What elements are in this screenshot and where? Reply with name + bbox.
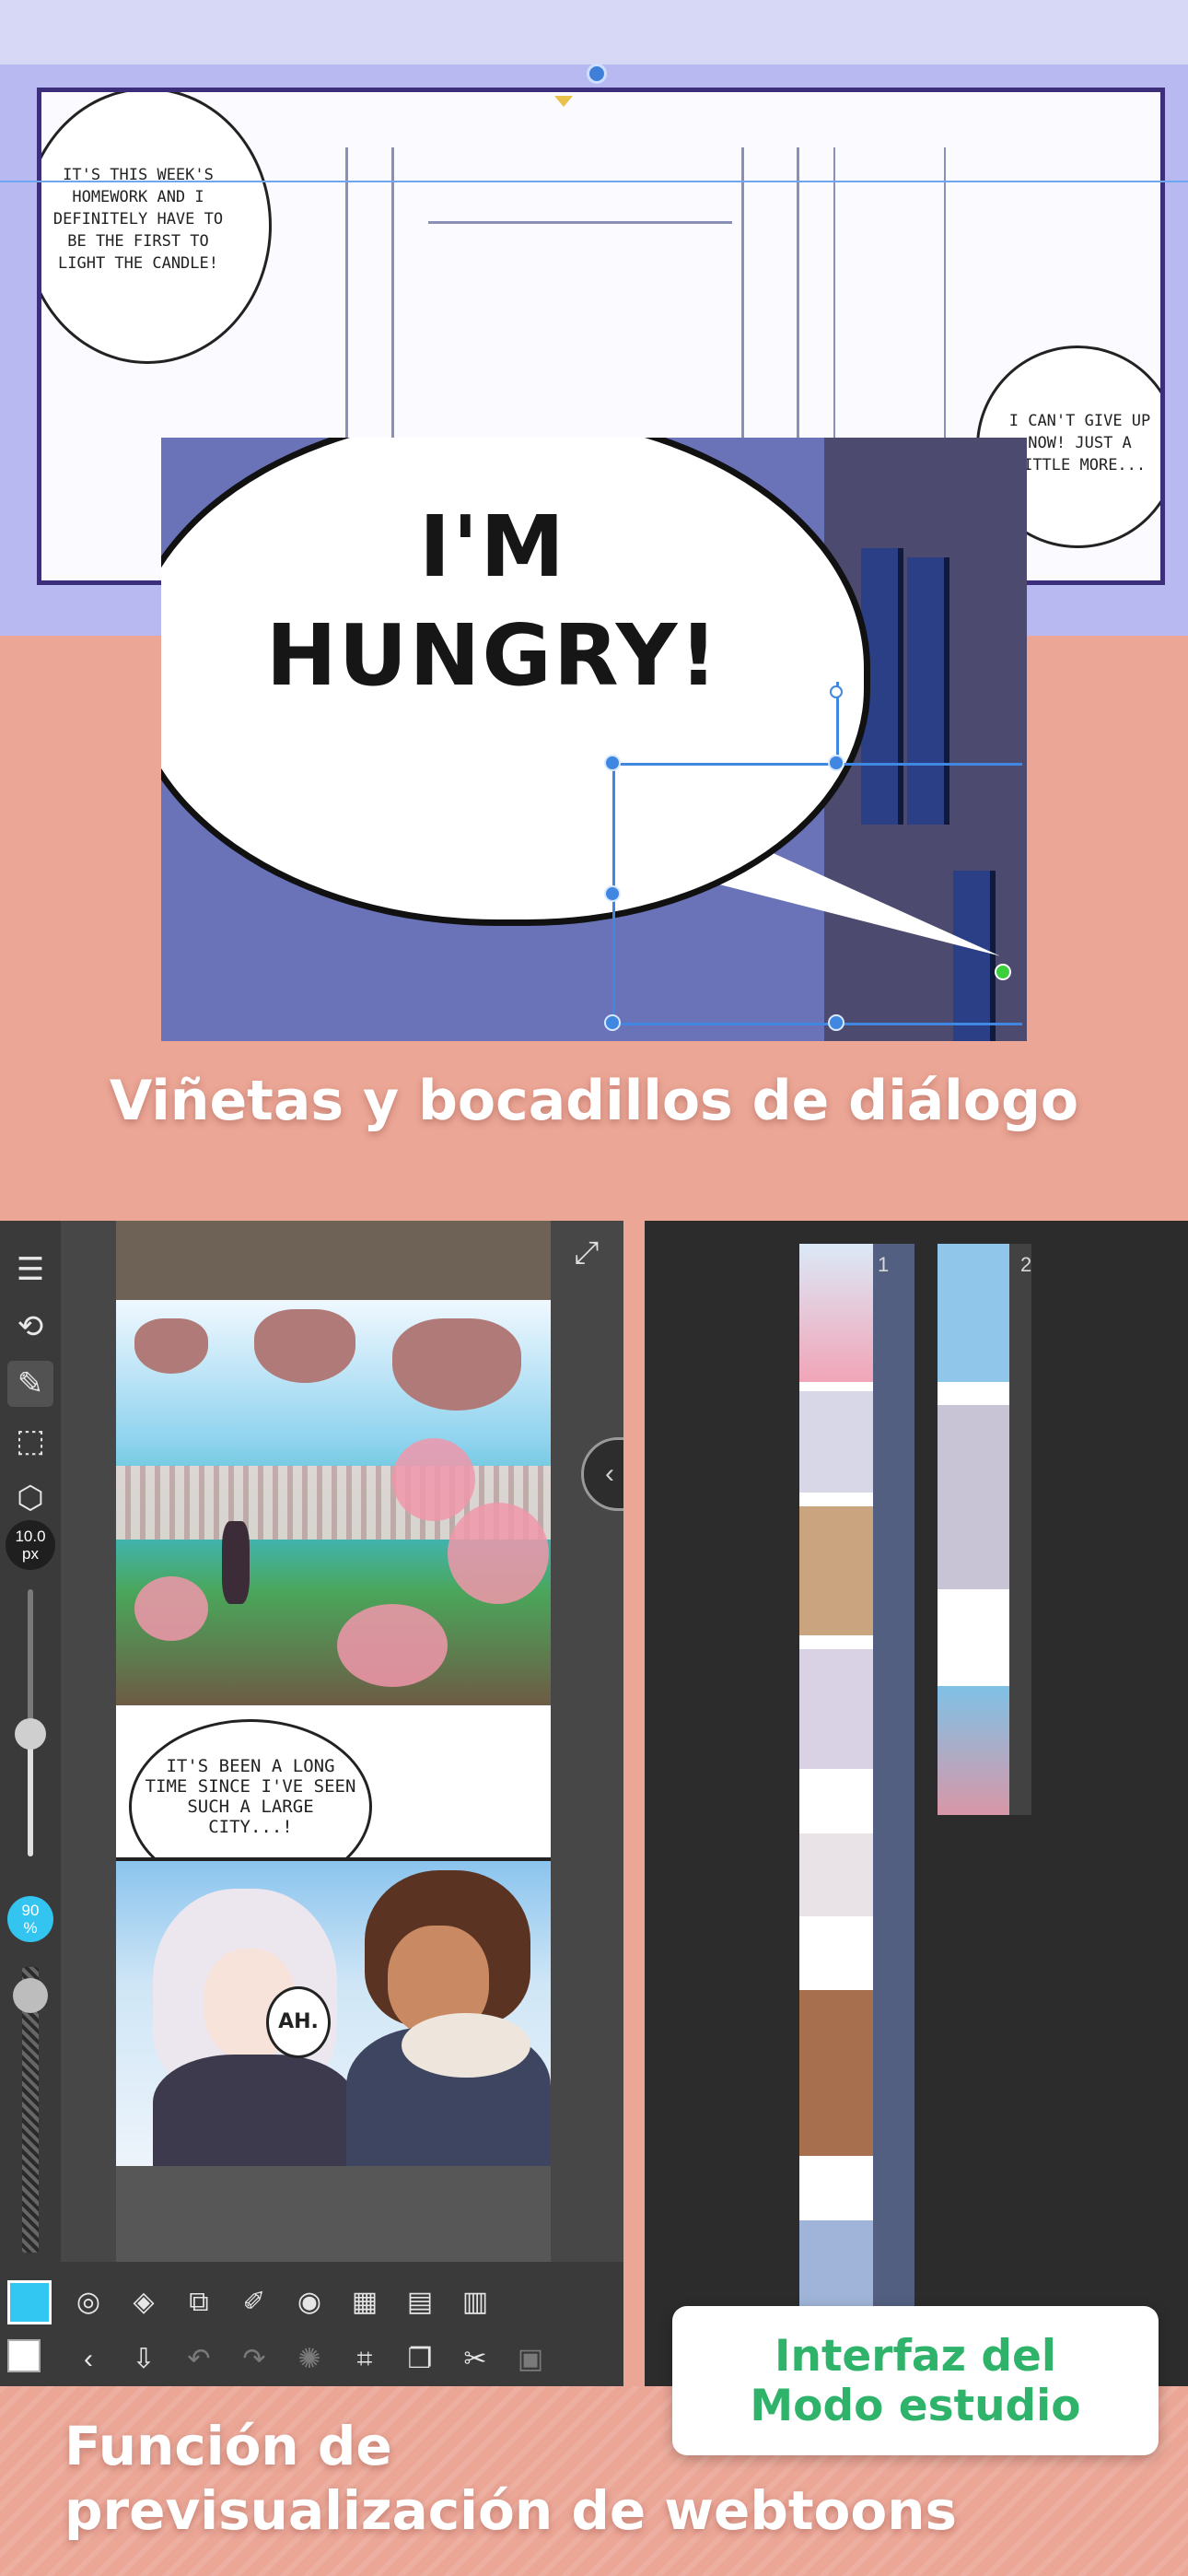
opacity-slider-thumb[interactable] [13,1978,48,2013]
tail-end-handle[interactable] [995,964,1011,980]
badge-line-1: Interfaz del [775,2331,1056,2382]
panel-border-handle[interactable] [587,64,607,84]
pages-icon[interactable]: ▥ [455,2282,495,2323]
sketch-line [428,221,732,224]
webtoon-strip-page-2[interactable] [938,1244,1009,1815]
color-wheel-icon[interactable]: ◉ [289,2282,330,2323]
strip-thumbnail [938,1244,1009,1382]
selection-handle[interactable] [604,1014,621,1031]
drawing-canvas-area[interactable]: IT'S BEEN A LONG TIME SINCE I'VE SEEN SU… [61,1221,623,2262]
rotation-handle[interactable] [830,685,843,698]
webtoon-page[interactable]: IT'S BEEN A LONG TIME SINCE I'VE SEEN SU… [116,1300,551,2166]
copy-icon[interactable]: ❐ [400,2339,440,2380]
next-page-preview [116,2166,551,2262]
page-number-2: 2 [1020,1253,1032,1276]
redo-icon[interactable]: ↷ [234,2339,274,2380]
opacity-value: 90 [21,1902,40,1919]
fur-collar [402,2013,530,2078]
material-icon[interactable]: ▤ [400,2282,440,2323]
studio-mode-screen: 1 2 [645,1221,1188,2386]
sketch-line [833,147,835,442]
character-body [153,2055,355,2166]
panel-characters [116,1857,551,2166]
speech-text-line-1: I'M [419,498,566,596]
main-color-swatch[interactable] [7,2280,52,2324]
app-screen: ☰ ⟲ ✎ ⬚ ⬡ 10.0 px 90 % IT'S BEEN A LONG … [0,1221,623,2386]
strip-thumbnail [799,1244,873,1382]
side-panel-toggle-icon[interactable]: ‹ [581,1437,623,1511]
page-1-margin [873,1244,914,2386]
brush-settings-icon[interactable]: ✐ [234,2282,274,2323]
strip-thumbnail [799,1990,873,2156]
strip-thumbnail [799,1391,873,1493]
selection-icon[interactable]: ⬚ [7,1418,53,1464]
opacity-indicator[interactable]: 90 % [7,1896,53,1942]
brush-size-slider-thumb[interactable] [15,1718,46,1750]
layers-icon[interactable]: ◈ [123,2282,164,2323]
character-silhouette [222,1521,250,1604]
selection-handle[interactable] [828,1014,844,1031]
brush-size-unit: px [22,1545,39,1563]
fullscreen-icon[interactable]: ⤢ [564,1230,610,1276]
panel-marker-arrow [554,96,573,107]
brush-size-indicator[interactable]: 10.0 px [6,1520,55,1570]
lineart-top-panel [0,0,1188,64]
caption-bottom-line-2: previsualización de webtoons [64,2479,958,2542]
speech-bubble-city-text: IT'S BEEN A LONG TIME SINCE I'VE SEEN SU… [145,1756,356,1837]
floating-rock [254,1309,355,1383]
strip-thumbnail [938,1405,1009,1589]
cherry-blossom [392,1438,475,1521]
crop-icon[interactable]: ⌗ [344,2339,385,2380]
command-bar: ◎ ◈ ⧉ ✐ ◉ ▦ ▤ ▥ ‹ ⇩ ↶ ↷ ✺ ⌗ ❐ ✂ ▣ [0,2262,623,2386]
import-icon[interactable]: ⇩ [123,2339,164,2380]
caption-speech-bubbles: Viñetas y bocadillos de diálogo [109,1069,1079,1133]
selection-handle[interactable] [828,755,844,771]
color-set-icon[interactable]: ▦ [344,2282,385,2323]
floating-rock [134,1318,208,1374]
cut-icon[interactable]: ✂ [455,2339,495,2380]
cherry-blossom [448,1503,549,1604]
webtoon-strip-page-1[interactable] [799,1244,873,2386]
cherry-blossom [337,1604,448,1687]
brush-size-value: 10.0 [15,1528,46,1545]
speech-bubble-large-text: I'M HUNGRY! [161,493,824,710]
menu-icon[interactable]: ☰ [7,1247,53,1293]
strip-thumbnail [938,1686,1009,1815]
strip-thumbnail [799,1506,873,1635]
page-number-1: 1 [878,1253,890,1276]
cherry-blossom [134,1576,208,1641]
speech-bubble-ah: AH. [266,1986,331,2058]
layer-settings-icon[interactable]: ⧉ [179,2282,219,2323]
loading-icon: ✺ [297,2344,321,2374]
pen-icon[interactable]: ✎ [7,1361,53,1407]
navigator-icon[interactable]: ◎ [68,2282,109,2323]
strip-thumbnail [799,1833,873,1916]
sub-color-swatch[interactable] [7,2339,41,2372]
floating-rock [392,1318,521,1411]
sketch-line [944,147,946,442]
selection-handle[interactable] [604,755,621,771]
strip-thumbnail [799,1649,873,1769]
page-2-margin [1009,1244,1031,1815]
selection-box-top [612,763,1022,766]
3d-object-icon[interactable]: ⬡ [7,1475,53,1521]
panel-city-sky [116,1300,551,1705]
previous-page-preview [116,1221,551,1300]
selection-box-bottom [612,1023,1022,1025]
zoomed-speech-bubble-panel: I'M HUNGRY! [161,438,1027,1041]
caption-webtoon-preview: Función de previsualización de webtoons [64,2414,1151,2543]
undo-icon[interactable]: ↶ [179,2339,219,2380]
opacity-unit: % [23,1919,38,1937]
paste-icon[interactable]: ▣ [510,2339,551,2380]
transform-icon[interactable]: ⟲ [7,1304,53,1350]
bookshelf-book [907,557,949,825]
ruler-guide-line[interactable] [0,181,1188,182]
tool-bar: ☰ ⟲ ✎ ⬚ ⬡ 10.0 px 90 % [0,1221,61,2262]
brush-size-slider-fill [28,1737,33,1856]
selection-handle[interactable] [604,885,621,902]
back-icon[interactable]: ‹ [68,2339,109,2380]
speech-text-line-2: HUNGRY! [265,606,720,705]
caption-bottom-line-1: Función de [64,2415,392,2477]
